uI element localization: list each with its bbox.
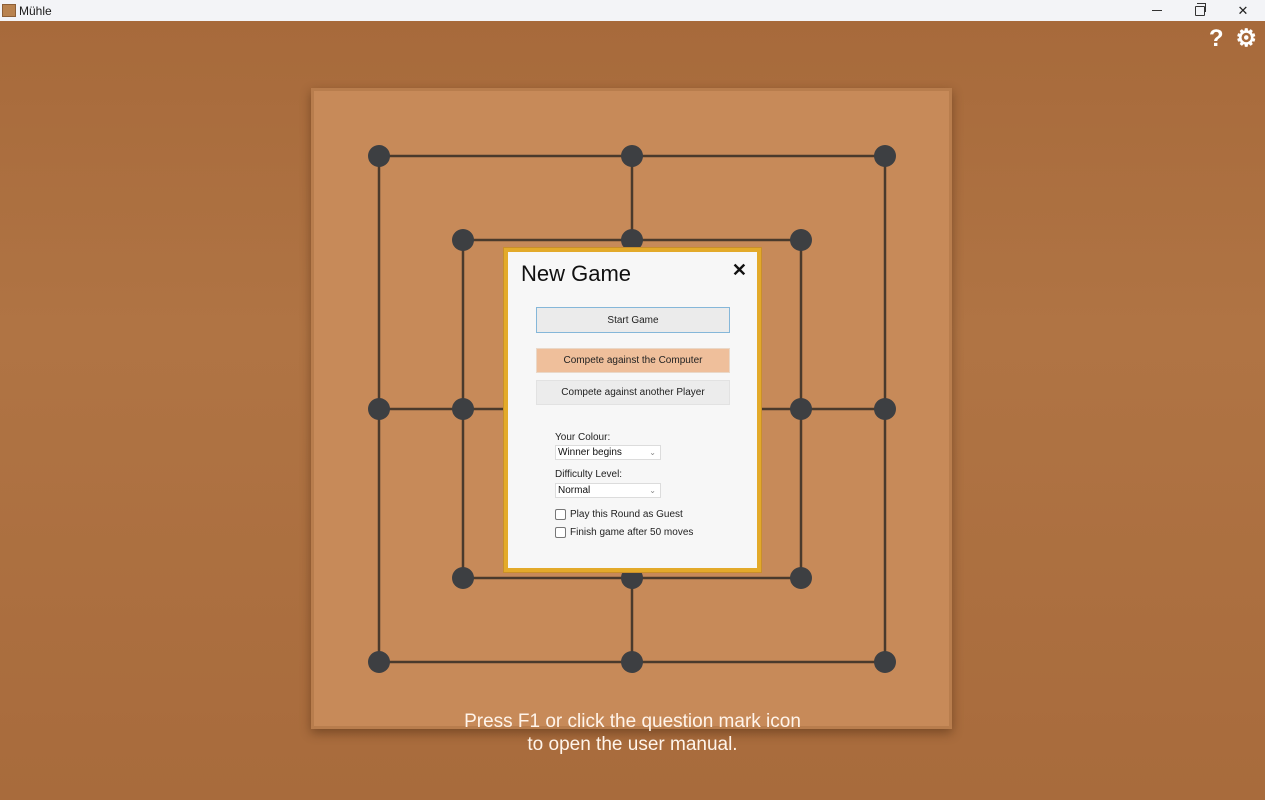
board-point[interactable] (368, 398, 390, 420)
guest-checkbox-label: Play this Round as Guest (570, 509, 683, 520)
board-point[interactable] (368, 651, 390, 673)
board-point[interactable] (874, 651, 896, 673)
fifty-moves-option[interactable]: Finish game after 50 moves (555, 527, 693, 538)
board-point[interactable] (874, 145, 896, 167)
minimize-button[interactable] (1135, 0, 1179, 21)
board-point[interactable] (790, 398, 812, 420)
close-icon: ✕ (1237, 2, 1249, 18)
colour-label: Your Colour: (555, 432, 611, 443)
compete-computer-button[interactable]: Compete against the Computer (536, 348, 730, 373)
close-window-button[interactable]: ✕ (1221, 0, 1265, 21)
board-point[interactable] (452, 567, 474, 589)
dialog-close-icon[interactable]: ✕ (732, 260, 747, 281)
restore-icon (1195, 2, 1206, 16)
new-game-dialog: New Game ✕ Start Game Compete against th… (504, 248, 761, 572)
chevron-down-icon: ⌄ (649, 486, 656, 495)
difficulty-select-value: Normal (558, 485, 591, 496)
board-point[interactable] (790, 229, 812, 251)
help-hint: Press F1 or click the question mark icon… (0, 710, 1265, 756)
colour-select-value: Winner begins (558, 447, 622, 458)
board-point[interactable] (452, 229, 474, 251)
fifty-moves-checkbox-label: Finish game after 50 moves (570, 527, 694, 538)
guest-option[interactable]: Play this Round as Guest (555, 509, 683, 520)
board-point[interactable] (368, 145, 390, 167)
difficulty-label: Difficulty Level: (555, 469, 623, 480)
hint-line-2: to open the user manual. (527, 734, 738, 755)
hint-line-1: Press F1 or click the question mark icon (464, 711, 801, 732)
help-icon[interactable]: ? (1209, 25, 1224, 53)
restore-button[interactable] (1178, 0, 1222, 21)
board-point[interactable] (621, 145, 643, 167)
guest-checkbox[interactable] (555, 509, 566, 520)
window-title: Mühle (19, 3, 52, 18)
toolbar: ? ⚙ (1209, 25, 1257, 53)
dialog-title: New Game (521, 261, 632, 286)
start-game-button[interactable]: Start Game (536, 307, 730, 333)
chevron-down-icon: ⌄ (649, 448, 656, 457)
board-point[interactable] (452, 398, 474, 420)
fifty-moves-checkbox[interactable] (555, 527, 566, 538)
app-icon (2, 4, 16, 17)
colour-select[interactable]: Winner begins ⌄ (555, 445, 661, 460)
board-point[interactable] (874, 398, 896, 420)
settings-gear-icon[interactable]: ⚙ (1235, 25, 1257, 53)
title-bar: Mühle ✕ (0, 0, 1265, 21)
minimize-icon (1152, 10, 1162, 11)
difficulty-select[interactable]: Normal ⌄ (555, 483, 661, 498)
compete-player-button[interactable]: Compete against another Player (536, 380, 730, 405)
board-point[interactable] (790, 567, 812, 589)
board-point[interactable] (621, 651, 643, 673)
